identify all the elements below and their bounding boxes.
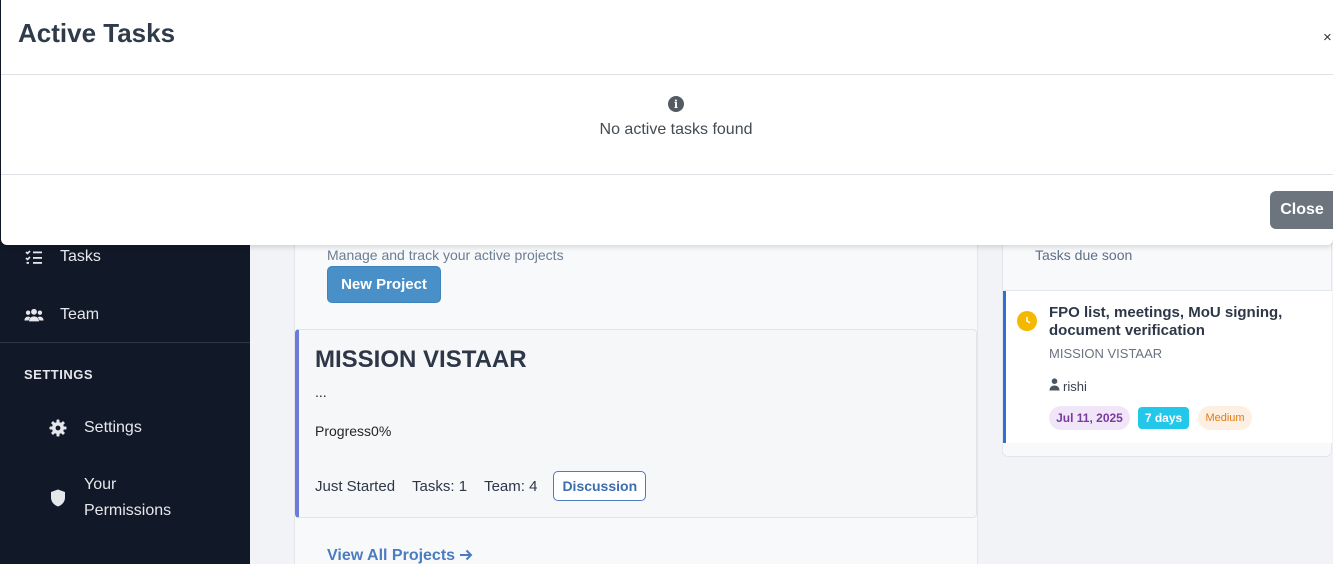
modal-header-divider xyxy=(1,74,1333,75)
assignee-name: rishi xyxy=(1063,378,1087,394)
due-soon-subtitle: Tasks due soon xyxy=(1035,247,1133,263)
task-title: FPO list, meetings, MoU signing, documen… xyxy=(1049,304,1283,339)
project-team-count: Team: 4 xyxy=(484,477,538,495)
project-task-count: Tasks: 1 xyxy=(412,477,468,495)
sidebar-item-label: Team xyxy=(60,306,100,323)
arrow-right-icon xyxy=(459,546,473,564)
progress-value: 0% xyxy=(371,423,392,439)
clock-icon xyxy=(1017,311,1037,331)
info-icon: i xyxy=(668,96,684,112)
new-project-button[interactable]: New Project xyxy=(327,266,441,303)
sidebar-item-label: Settings xyxy=(84,419,142,436)
modal-footer-divider xyxy=(1,174,1333,175)
modal-title: Active Tasks xyxy=(18,18,176,48)
sidebar-divider xyxy=(0,342,250,343)
project-meta: Just Started Tasks: 1 Team: 4 Discussion xyxy=(315,471,647,501)
project-description: ... xyxy=(315,384,327,400)
days-left-badge: 7 days xyxy=(1138,407,1189,429)
sidebar-item-tasks[interactable]: Tasks xyxy=(0,244,250,270)
sidebar-item-label: Your Permissions xyxy=(84,476,172,519)
task-assignee: rishi xyxy=(1049,378,1087,394)
priority-badge: Medium xyxy=(1198,406,1252,430)
gear-icon xyxy=(48,418,68,438)
project-name: MISSION VISTAAR xyxy=(315,346,527,373)
due-date-badge: Jul 11, 2025 xyxy=(1049,406,1130,430)
user-icon xyxy=(1049,378,1060,394)
project-progress: Progress0% xyxy=(315,423,391,439)
progress-label: Progress xyxy=(315,423,372,439)
active-tasks-modal: Active Tasks × i No active tasks found C… xyxy=(1,0,1333,245)
sidebar-section-heading: SETTINGS xyxy=(24,367,94,382)
view-all-label: View All Projects xyxy=(327,547,456,564)
sidebar-item-permissions[interactable]: Your Permissions xyxy=(0,472,250,524)
users-icon xyxy=(24,305,44,325)
close-button[interactable]: Close xyxy=(1270,191,1333,229)
sidebar-item-team[interactable]: Team xyxy=(0,302,250,328)
empty-state-message: No active tasks found xyxy=(599,121,753,138)
close-icon[interactable]: × xyxy=(1323,29,1332,47)
task-project: MISSION VISTAAR xyxy=(1049,346,1163,361)
list-check-icon xyxy=(24,247,44,267)
view-all-projects-link[interactable]: View All Projects xyxy=(327,546,473,564)
discussion-button[interactable]: Discussion xyxy=(553,471,647,501)
sidebar-item-label: Tasks xyxy=(60,248,101,265)
shield-icon xyxy=(48,488,68,508)
project-status: Just Started xyxy=(315,477,396,495)
projects-subtitle: Manage and track your active projects xyxy=(327,247,564,263)
sidebar-item-settings[interactable]: Settings xyxy=(0,416,250,440)
